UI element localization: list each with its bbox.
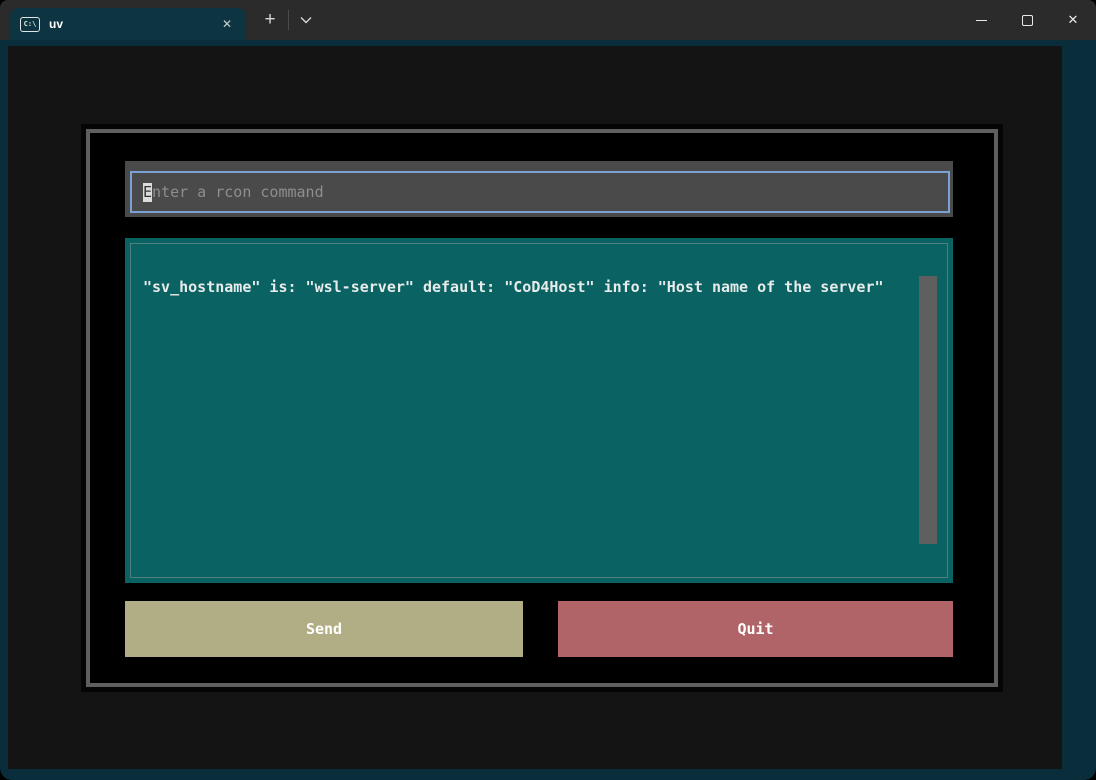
command-prompt-icon: C:\ [20, 17, 40, 32]
titlebar-separator [288, 10, 289, 30]
maximize-icon [1022, 15, 1033, 26]
terminal-window: C:\ uv ✕ + ✕ [0, 0, 1096, 780]
maximize-button[interactable] [1004, 0, 1050, 40]
minimize-icon [976, 20, 987, 21]
rcon-dialog: Enter a rcon command "sv_hostname" is: "… [86, 129, 998, 687]
tab-close-icon[interactable]: ✕ [218, 15, 236, 33]
send-button-label: Send [306, 620, 342, 638]
window-controls: ✕ [958, 0, 1096, 40]
tab-title: uv [49, 17, 63, 31]
tab-uv[interactable]: C:\ uv ✕ [10, 8, 246, 40]
output-line: "sv_hostname" is: "wsl-server" default: … [143, 277, 884, 297]
scrollbar-thumb[interactable] [919, 276, 937, 544]
input-placeholder: nter a rcon command [152, 183, 324, 201]
command-input[interactable]: Enter a rcon command [130, 171, 950, 213]
chevron-down-icon [300, 16, 312, 24]
quit-button-label: Quit [737, 620, 773, 638]
plus-icon: + [264, 9, 275, 31]
tab-dropdown-button[interactable] [292, 6, 320, 34]
titlebar[interactable]: C:\ uv ✕ + ✕ [0, 0, 1096, 40]
command-input-container: Enter a rcon command [125, 161, 953, 217]
new-tab-button[interactable]: + [256, 6, 284, 34]
output-log[interactable]: "sv_hostname" is: "wsl-server" default: … [125, 238, 953, 583]
quit-button[interactable]: Quit [558, 601, 953, 657]
text-cursor: E [143, 183, 152, 202]
minimize-button[interactable] [958, 0, 1004, 40]
close-button[interactable]: ✕ [1050, 0, 1096, 40]
terminal-screen: Enter a rcon command "sv_hostname" is: "… [8, 46, 1062, 769]
close-icon: ✕ [1068, 12, 1079, 28]
send-button[interactable]: Send [125, 601, 523, 657]
